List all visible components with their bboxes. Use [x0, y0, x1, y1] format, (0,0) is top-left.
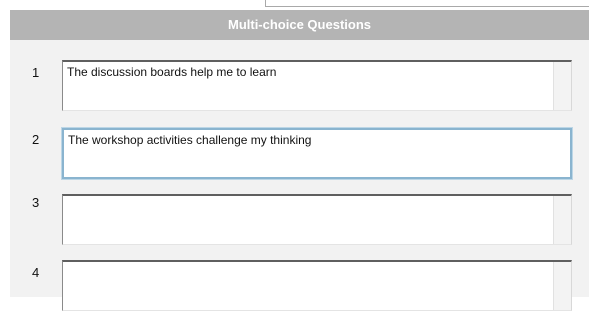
question-number-4: 4 [32, 265, 40, 280]
scrollbar-4[interactable] [553, 262, 571, 310]
question-input-3[interactable] [62, 194, 572, 245]
question-input-1[interactable]: The discussion boards help me to learn [62, 60, 572, 111]
top-strip [0, 0, 589, 10]
question-text-2: The workshop activities challenge my thi… [68, 133, 312, 147]
scrollbar-1[interactable] [553, 62, 571, 110]
question-input-2[interactable]: The workshop activities challenge my thi… [62, 128, 572, 179]
question-number-1: 1 [32, 65, 40, 80]
multi-choice-questions-panel: Multi-choice Questions 1 The discussion … [10, 10, 589, 311]
scrollbar-3[interactable] [553, 196, 571, 244]
panel-title: Multi-choice Questions [10, 10, 589, 40]
top-text-field[interactable] [265, 0, 589, 7]
question-text-1: The discussion boards help me to learn [67, 65, 277, 79]
question-number-3: 3 [32, 195, 40, 210]
question-input-4[interactable] [62, 260, 572, 311]
question-number-2: 2 [32, 132, 40, 147]
